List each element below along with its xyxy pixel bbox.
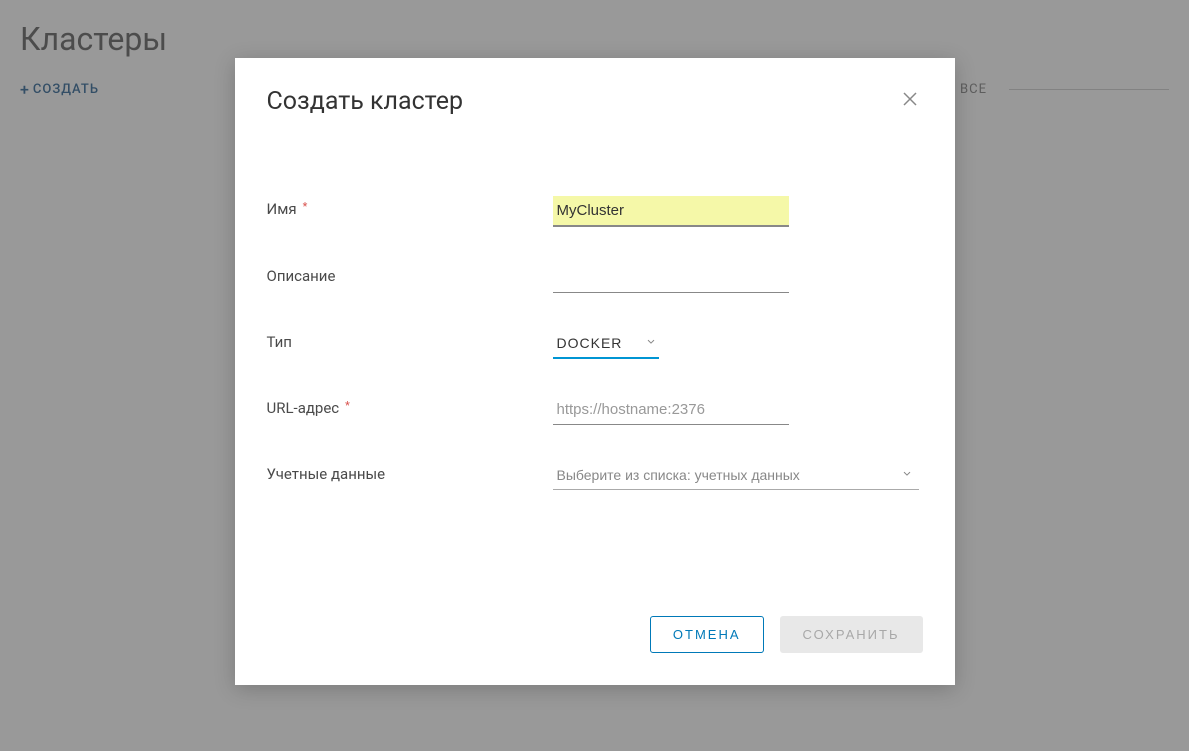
type-label: Тип: [267, 329, 553, 351]
description-input[interactable]: [553, 263, 789, 293]
create-cluster-modal: Создать кластер Имя* Описание: [235, 58, 955, 685]
description-label: Описание: [267, 263, 553, 285]
save-button[interactable]: СОХРАНИТЬ: [780, 616, 923, 653]
name-label: Имя*: [267, 196, 553, 218]
modal-overlay: Создать кластер Имя* Описание: [0, 0, 1189, 751]
close-icon: [901, 91, 919, 113]
cancel-button[interactable]: ОТМЕНА: [650, 616, 764, 653]
url-input[interactable]: [553, 395, 789, 425]
url-label: URL-адрес*: [267, 395, 553, 417]
name-input[interactable]: [553, 196, 789, 227]
required-asterisk: *: [303, 200, 308, 213]
modal-title: Создать кластер: [267, 87, 464, 116]
required-asterisk: *: [345, 399, 350, 412]
credentials-label: Учетные данные: [267, 461, 553, 483]
type-select[interactable]: DOCKER: [553, 329, 659, 359]
close-button[interactable]: [897, 86, 923, 116]
credentials-select[interactable]: Выберите из списка: учетных данных: [553, 461, 919, 490]
